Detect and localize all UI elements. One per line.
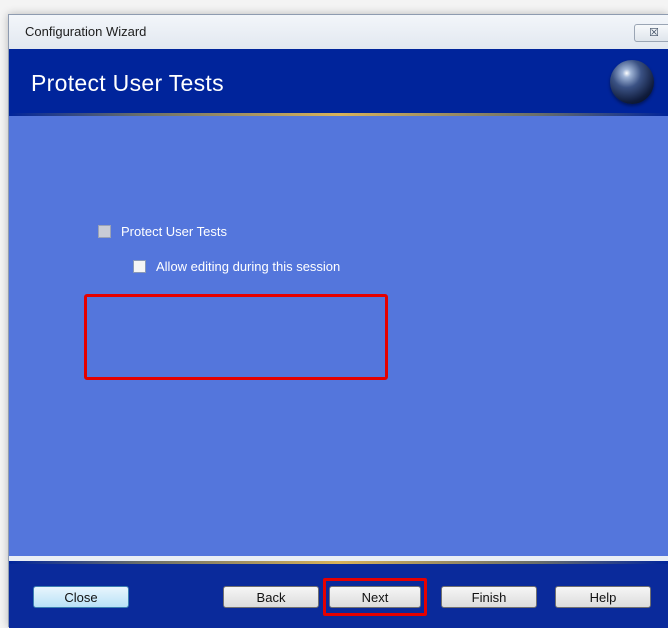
next-button[interactable]: Next	[329, 586, 421, 608]
close-button[interactable]: Close	[33, 586, 129, 608]
title-bar: Configuration Wizard ☒	[9, 15, 668, 49]
back-button[interactable]: Back	[223, 586, 319, 608]
sphere-logo-icon	[610, 60, 654, 104]
finish-button[interactable]: Finish	[441, 586, 537, 608]
wizard-footer: Close Back Next Finish Help	[9, 564, 668, 628]
page-title: Protect User Tests	[31, 70, 224, 96]
help-button[interactable]: Help	[555, 586, 651, 608]
wizard-window: Configuration Wizard ☒ Protect User Test…	[8, 14, 668, 628]
close-window-icon[interactable]: ☒	[634, 24, 668, 42]
window-title: Configuration Wizard	[25, 24, 147, 39]
allow-editing-label: Allow editing during this session	[156, 259, 341, 274]
wizard-content: Protect User Tests Allow editing during …	[9, 116, 668, 556]
protect-user-tests-label: Protect User Tests	[121, 224, 227, 239]
protect-user-tests-checkbox[interactable]	[98, 225, 111, 238]
protect-user-tests-option[interactable]: Protect User Tests	[98, 224, 227, 239]
wizard-header: Protect User Tests	[9, 49, 668, 113]
options-highlight	[84, 294, 388, 380]
allow-editing-checkbox[interactable]	[133, 260, 146, 273]
allow-editing-option[interactable]: Allow editing during this session	[133, 259, 340, 274]
